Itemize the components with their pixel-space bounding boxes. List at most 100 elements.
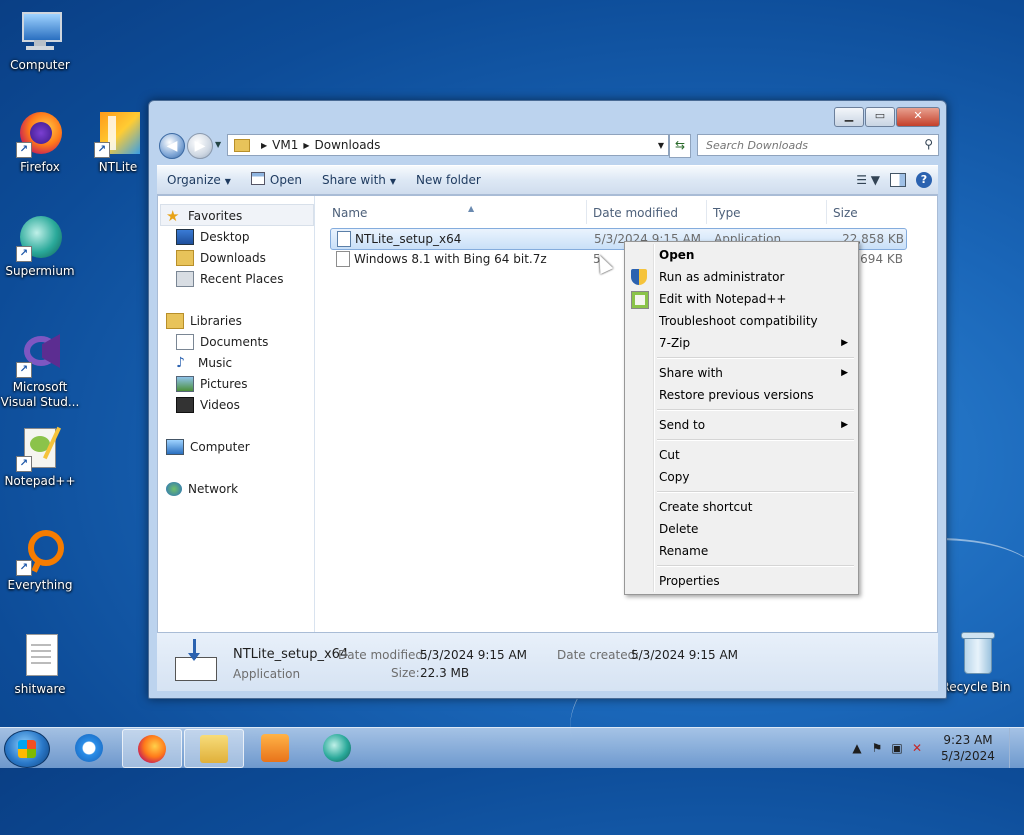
computer-icon bbox=[16, 8, 64, 56]
desktop-icon-visual-studio[interactable]: ↗ Microsoft Visual Stud... bbox=[0, 330, 80, 410]
nav-libraries[interactable]: Libraries bbox=[166, 311, 242, 331]
documents-icon bbox=[176, 334, 194, 350]
back-button[interactable]: ◀ bbox=[159, 133, 185, 159]
column-date-modified[interactable]: Date modified bbox=[593, 206, 678, 220]
address-bar[interactable]: ▶ VM1 ▶ Downloads ▼ bbox=[227, 134, 669, 156]
menu-item-cut[interactable]: Cut bbox=[627, 444, 856, 466]
clock[interactable]: 9:23 AM 5/3/2024 bbox=[933, 732, 1003, 764]
desktop-icon bbox=[176, 229, 194, 245]
details-file-type: Application bbox=[233, 667, 301, 681]
action-center-flag-icon[interactable]: ⚑ bbox=[870, 741, 884, 755]
menu-item-run-as-admin[interactable]: Run as administrator bbox=[627, 266, 856, 288]
menu-item-rename[interactable]: Rename bbox=[627, 540, 856, 562]
column-divider[interactable] bbox=[706, 200, 707, 224]
desktop-icon-label: NTLite bbox=[98, 160, 138, 174]
clock-date: 5/3/2024 bbox=[941, 749, 995, 763]
windows-logo-icon bbox=[18, 740, 36, 758]
menu-item-restore-versions[interactable]: Restore previous versions bbox=[627, 384, 856, 406]
volume-muted-icon[interactable]: ✕ bbox=[910, 741, 924, 755]
network-status-icon[interactable]: ▣ bbox=[890, 741, 904, 755]
taskbar-explorer[interactable] bbox=[184, 729, 244, 768]
menu-item-edit-notepadpp[interactable]: Edit with Notepad++ bbox=[627, 288, 856, 310]
desktop-icon-ntlite[interactable]: ↗ NTLite bbox=[78, 110, 158, 175]
nav-music[interactable]: ♪ Music bbox=[176, 353, 232, 373]
menu-label: Properties bbox=[659, 574, 720, 588]
view-options-icon[interactable]: ☰ ▼ bbox=[856, 173, 880, 187]
menu-label: Edit with Notepad++ bbox=[659, 292, 787, 306]
breadcrumb-separator-icon[interactable]: ▶ bbox=[261, 141, 267, 150]
nav-pictures[interactable]: Pictures bbox=[176, 374, 248, 394]
column-type[interactable]: Type bbox=[713, 206, 741, 220]
address-dropdown-icon[interactable]: ▼ bbox=[654, 141, 668, 150]
column-divider[interactable] bbox=[826, 200, 827, 224]
menu-label: Restore previous versions bbox=[659, 388, 814, 402]
help-icon[interactable]: ? bbox=[916, 172, 932, 188]
nav-network[interactable]: Network bbox=[166, 479, 238, 499]
column-label: Name bbox=[332, 206, 368, 220]
desktop-icon-everything[interactable]: ↗ Everything bbox=[0, 528, 80, 593]
column-size[interactable]: Size bbox=[833, 206, 858, 220]
desktop-icon-supermium[interactable]: ↗ Supermium bbox=[0, 214, 80, 279]
desktop-icon-notepadpp[interactable]: ↗ Notepad++ bbox=[0, 424, 80, 489]
menu-item-copy[interactable]: Copy bbox=[627, 466, 856, 488]
navigation-pane[interactable]: ★ Favorites Desktop Downloads Recent Pla… bbox=[158, 196, 315, 632]
menu-item-properties[interactable]: Properties bbox=[627, 570, 856, 592]
maximize-button[interactable]: ▭ bbox=[865, 107, 895, 127]
search-input[interactable] bbox=[704, 135, 908, 155]
context-menu[interactable]: Open Run as administrator Edit with Note… bbox=[624, 241, 859, 595]
menu-item-delete[interactable]: Delete bbox=[627, 518, 856, 540]
shortcut-arrow-icon: ↗ bbox=[16, 362, 32, 378]
open-button[interactable]: Open bbox=[241, 169, 312, 191]
close-button[interactable]: ✕ bbox=[896, 107, 940, 127]
start-button[interactable] bbox=[4, 730, 50, 768]
nav-downloads[interactable]: Downloads bbox=[176, 248, 266, 268]
search-icon[interactable]: ⚲ bbox=[924, 137, 933, 151]
menu-item-share-with[interactable]: Share with ▶ bbox=[627, 362, 856, 384]
recent-pages-dropdown[interactable]: ▼ bbox=[215, 140, 221, 149]
nav-videos[interactable]: Videos bbox=[176, 395, 240, 415]
new-folder-button[interactable]: New folder bbox=[406, 169, 491, 191]
share-with-button[interactable]: Share with ▼ bbox=[312, 169, 406, 191]
nav-favorites[interactable]: ★ Favorites bbox=[166, 206, 242, 226]
nav-desktop[interactable]: Desktop bbox=[176, 227, 250, 247]
desktop-icon-recycle-bin[interactable]: Recycle Bin bbox=[936, 630, 1016, 695]
organize-button[interactable]: Organize ▼ bbox=[157, 169, 241, 191]
breadcrumb-downloads[interactable]: Downloads bbox=[315, 138, 381, 152]
nav-recent-places[interactable]: Recent Places bbox=[176, 269, 283, 289]
search-box[interactable]: ⚲ bbox=[697, 134, 939, 156]
nav-computer[interactable]: Computer bbox=[166, 437, 250, 457]
show-hidden-icons-icon[interactable]: ▲ bbox=[850, 741, 864, 755]
ntlite-icon: ↗ bbox=[94, 110, 142, 158]
preview-pane-icon[interactable] bbox=[890, 173, 906, 187]
column-label: Date modified bbox=[593, 206, 679, 220]
menu-item-open[interactable]: Open bbox=[627, 244, 856, 266]
show-desktop-button[interactable] bbox=[1009, 728, 1024, 768]
taskbar-internet-explorer[interactable] bbox=[60, 729, 118, 766]
forward-button[interactable]: ▶ bbox=[187, 133, 213, 159]
minimize-button[interactable]: ▁ bbox=[834, 107, 864, 127]
menu-item-troubleshoot[interactable]: Troubleshoot compatibility bbox=[627, 310, 856, 332]
supermium-icon bbox=[323, 734, 351, 762]
taskbar-firefox[interactable] bbox=[122, 729, 182, 768]
folder-icon bbox=[234, 138, 250, 152]
refresh-button[interactable]: ⇆ bbox=[669, 134, 691, 158]
taskbar-supermium[interactable] bbox=[308, 729, 366, 766]
menu-item-send-to[interactable]: Send to ▶ bbox=[627, 414, 856, 436]
menu-item-create-shortcut[interactable]: Create shortcut bbox=[627, 496, 856, 518]
desktop-icon-shitware[interactable]: shitware bbox=[0, 632, 80, 697]
desktop-icon-computer[interactable]: Computer bbox=[0, 8, 80, 73]
uac-shield-icon bbox=[631, 269, 647, 285]
menu-item-7zip[interactable]: 7-Zip ▶ bbox=[627, 332, 856, 354]
application-icon bbox=[250, 172, 265, 185]
breadcrumb-separator-icon[interactable]: ▶ bbox=[303, 141, 309, 150]
menu-label: Send to bbox=[659, 418, 706, 432]
breadcrumb-vm1[interactable]: VM1 bbox=[272, 138, 298, 152]
nav-documents[interactable]: Documents bbox=[176, 332, 268, 352]
text-file-icon bbox=[16, 632, 64, 680]
column-divider[interactable] bbox=[586, 200, 587, 224]
column-name[interactable]: Name ▲ bbox=[332, 204, 474, 220]
desktop-icon-label: Supermium bbox=[5, 264, 75, 278]
desktop-icon-firefox[interactable]: ↗ Firefox bbox=[0, 110, 80, 175]
taskbar-media-player[interactable] bbox=[246, 729, 304, 766]
column-label: Size bbox=[833, 206, 858, 220]
